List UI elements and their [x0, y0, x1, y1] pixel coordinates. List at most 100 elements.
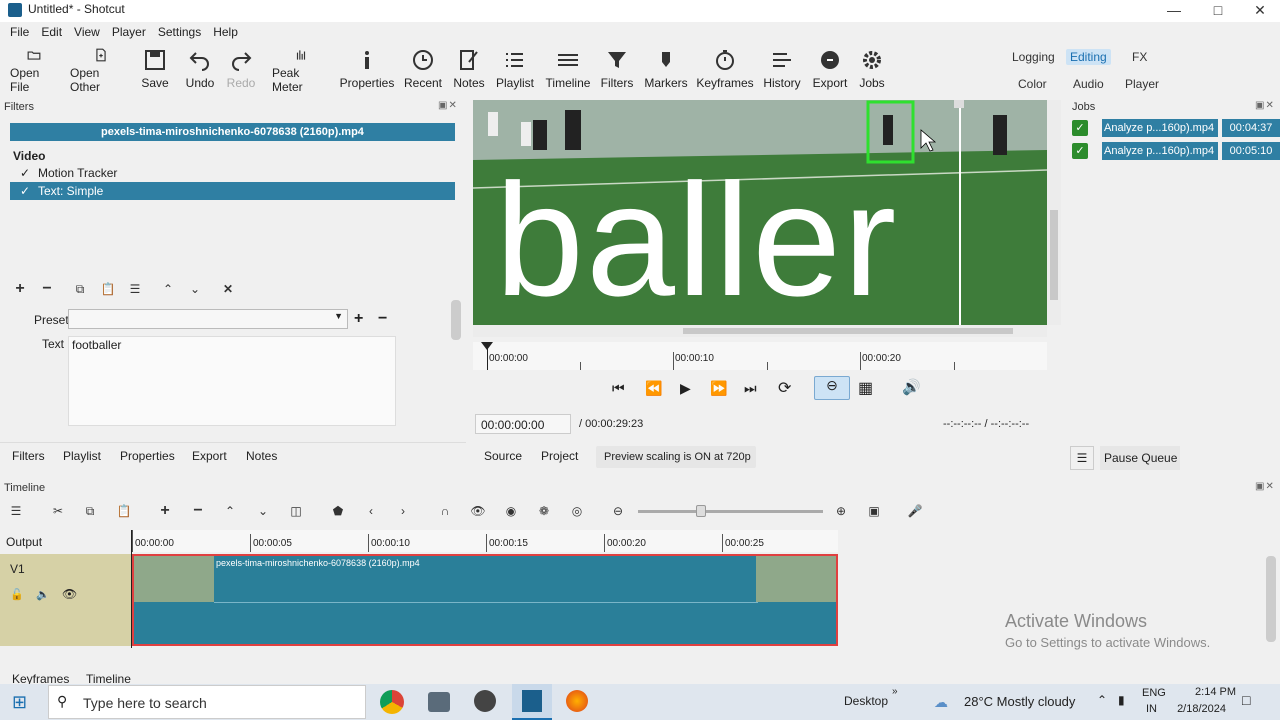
fast-forward-button[interactable]: ⏩ [710, 380, 727, 397]
minimize-button[interactable]: — [1152, 0, 1196, 20]
grid-button[interactable]: ▦ [858, 378, 873, 398]
mode-audio[interactable]: Audio [1073, 77, 1104, 91]
menu-settings[interactable]: Settings [152, 25, 207, 39]
save-preset-button[interactable]: + [354, 310, 363, 328]
viewer-time-ruler[interactable]: 00:00:00 00:00:10 00:00:20 [473, 342, 1047, 370]
tab-export[interactable]: Export [192, 449, 227, 463]
mode-player[interactable]: Player [1125, 77, 1159, 91]
filter-list[interactable]: Video ✓ Motion Tracker ✓ Text: Simple [10, 147, 455, 272]
taskbar-search-box[interactable]: ⚲ Type here to search [48, 685, 366, 719]
scrub-button[interactable]: 👁 [466, 500, 490, 522]
delete-preset-button[interactable]: − [378, 310, 387, 328]
windows-start-button[interactable]: ⊞ [12, 692, 27, 713]
ripple-delete-button[interactable]: − [186, 500, 210, 522]
zoom-fit-button[interactable]: ▣ [862, 500, 886, 522]
menu-edit[interactable]: Edit [35, 25, 68, 39]
desktop-toolbar-label[interactable]: Desktop [844, 694, 888, 708]
paste-filter-button[interactable]: 📋 [98, 280, 118, 298]
close-button[interactable]: ✕ [1238, 0, 1280, 20]
zoom-in-button[interactable]: ⊕ [829, 500, 853, 522]
skip-to-start-button[interactable]: ⏮ [612, 380, 625, 397]
history-button[interactable]: History [762, 48, 802, 94]
panel-float-close-icons[interactable]: ▣✕ [1255, 481, 1275, 492]
playlist-button[interactable]: Playlist [496, 48, 534, 94]
tab-filters[interactable]: Filters [12, 449, 45, 463]
skip-to-end-button[interactable]: ⏭ [744, 380, 757, 397]
camera-app-icon[interactable] [428, 692, 450, 712]
record-audio-button[interactable]: 🎤 [903, 500, 927, 522]
timeline-button[interactable]: Timeline [544, 48, 592, 94]
zoom-button[interactable]: ⊖ [814, 376, 850, 400]
markers-button[interactable]: Markers [644, 48, 688, 94]
viewer-horizontal-scrollbar[interactable] [473, 325, 1047, 337]
tab-source[interactable]: Source [484, 449, 522, 463]
mode-logging[interactable]: Logging [1012, 50, 1055, 64]
ripple-button[interactable]: ◉ [499, 500, 523, 522]
move-filter-up-button[interactable]: ⌃ [158, 280, 178, 298]
lift-button[interactable]: ⌃ [218, 500, 242, 522]
properties-button[interactable]: Properties [340, 48, 394, 94]
menu-view[interactable]: View [68, 25, 106, 39]
tab-project[interactable]: Project [541, 449, 578, 463]
paste-button[interactable]: 📋 [112, 500, 136, 522]
copy-button[interactable]: ⧉ [78, 500, 102, 522]
undo-button[interactable]: Undo [185, 48, 215, 94]
language-indicator-1[interactable]: ENG [1142, 687, 1166, 699]
tab-playlist[interactable]: Playlist [63, 449, 101, 463]
timeline-menu-button[interactable]: ☰ [4, 500, 28, 522]
export-button[interactable]: Export [812, 48, 848, 94]
play-button[interactable]: ▶ [680, 380, 691, 397]
timeline-scrollbar[interactable] [1266, 556, 1276, 642]
move-filter-down-button[interactable]: ⌄ [185, 280, 205, 298]
current-time-field[interactable]: 00:00:00:00 [475, 414, 571, 434]
weather-label[interactable]: 28°C Mostly cloudy [964, 694, 1075, 709]
redo-button[interactable]: Redo [226, 48, 256, 94]
shotcut-taskbar-button[interactable] [512, 684, 552, 720]
job-item[interactable]: ✓ Analyze p...160p).mp4 00:04:37 [1070, 118, 1280, 138]
text-input[interactable]: footballer [68, 336, 396, 426]
save-filter-set-button[interactable]: ☰ [125, 280, 145, 298]
deselect-filter-button[interactable]: ✕ [218, 280, 238, 298]
notification-icon[interactable]: □ [1242, 692, 1250, 708]
ripple-markers-button[interactable]: ◎ [565, 500, 589, 522]
cut-button[interactable]: ✂ [46, 500, 70, 522]
track-header-v1[interactable]: V1 🔓 🔈 👁 [0, 554, 131, 646]
save-button[interactable]: Save [140, 48, 170, 94]
rewind-button[interactable]: ⏪ [645, 380, 662, 397]
tab-notes[interactable]: Notes [246, 449, 277, 463]
recent-button[interactable]: Recent [404, 48, 442, 94]
playhead-marker[interactable] [481, 342, 493, 350]
volume-button[interactable]: 🔊 [902, 378, 921, 396]
filters-scrollbar[interactable] [451, 300, 461, 340]
obs-icon[interactable] [474, 690, 496, 712]
mode-color[interactable]: Color [1018, 77, 1047, 91]
append-button[interactable]: + [153, 500, 177, 522]
eye-icon[interactable]: 👁 [62, 587, 77, 601]
jobs-button[interactable]: Jobs [856, 48, 888, 94]
ripple-all-tracks-button[interactable]: ❁ [532, 500, 556, 522]
timeline-ruler[interactable]: 00:00:00 00:00:05 00:00:10 00:00:15 00:0… [132, 530, 838, 552]
firefox-icon[interactable] [566, 690, 588, 712]
chevron-right-icon[interactable]: » [892, 686, 898, 697]
previous-marker-button[interactable]: ‹ [359, 500, 383, 522]
zoom-slider-handle[interactable] [696, 505, 706, 517]
split-button[interactable]: ◫ [284, 500, 308, 522]
open-other-button[interactable]: Open Other [70, 48, 132, 94]
battery-icon[interactable]: ▮ [1118, 693, 1125, 707]
menu-file[interactable]: File [4, 25, 35, 39]
next-marker-button[interactable]: › [391, 500, 415, 522]
loop-button[interactable]: ⟳ [778, 378, 791, 398]
chrome-icon[interactable] [380, 690, 404, 714]
viewer-vertical-scrollbar[interactable] [1047, 100, 1061, 325]
preset-dropdown[interactable]: ▼ [68, 309, 348, 329]
mode-editing[interactable]: Editing [1066, 49, 1111, 65]
filter-enabled-checkbox[interactable]: ✓ [20, 182, 38, 200]
copy-filter-button[interactable]: ⧉ [70, 280, 90, 298]
filters-button[interactable]: Filters [600, 48, 634, 94]
chevron-up-icon[interactable]: ⌃ [1097, 693, 1107, 707]
menu-player[interactable]: Player [106, 25, 152, 39]
keyframes-button[interactable]: Keyframes [696, 48, 754, 94]
job-item[interactable]: ✓ Analyze p...160p).mp4 00:05:10 [1070, 141, 1280, 161]
panel-float-close-icons[interactable]: ▣✕ [1255, 100, 1275, 111]
zoom-out-button[interactable]: ⊖ [606, 500, 630, 522]
